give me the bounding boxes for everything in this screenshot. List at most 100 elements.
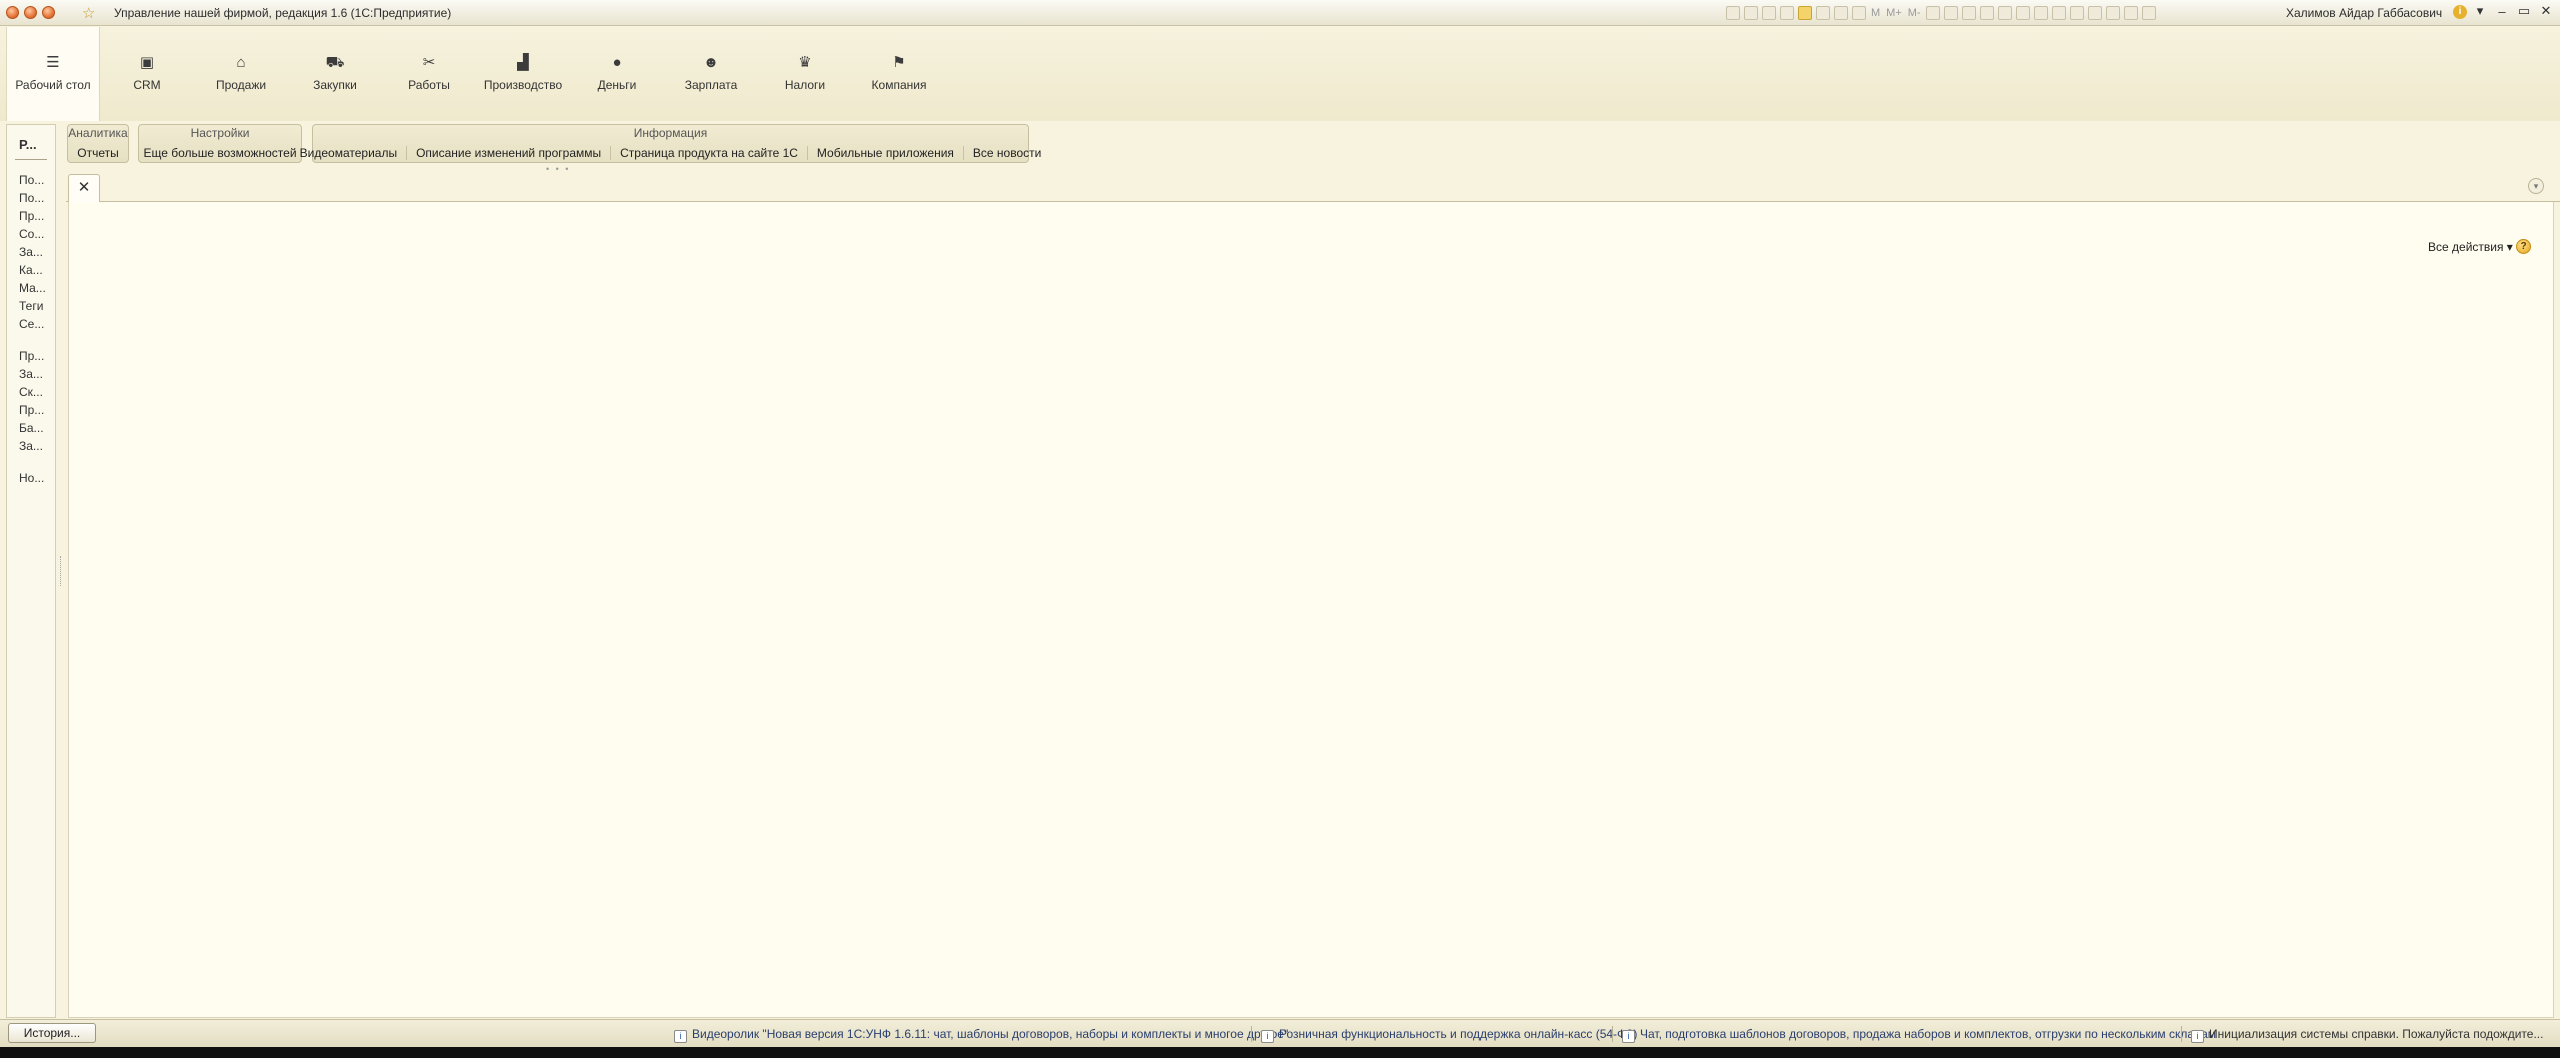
group-analytics: Аналитика Отчеты: [67, 124, 129, 163]
toolbar-back-icon[interactable]: [2015, 6, 2030, 20]
minimize-button[interactable]: –: [2495, 4, 2509, 19]
group-information: Информация Видеоматериалы Описание измен…: [300, 124, 1041, 163]
notification-video[interactable]: i Видеоролик "Новая версия 1С:УНФ 1.6.11:…: [674, 1027, 1288, 1043]
eagle-icon: ♛: [798, 54, 812, 71]
toolbar-settings-icon[interactable]: [2105, 6, 2120, 20]
nav-item[interactable]: За...: [19, 439, 43, 453]
flag-icon: ⚑: [892, 54, 906, 71]
navigation-divider: [15, 159, 47, 160]
nav-item[interactable]: По...: [19, 173, 44, 187]
toolbar-favorite-icon[interactable]: [1798, 6, 1812, 20]
section-sales[interactable]: ⌂ Продажи: [194, 27, 288, 121]
toolbar-calendar-icon[interactable]: [1834, 6, 1848, 20]
nav-item[interactable]: Ск...: [19, 385, 43, 399]
nav-item[interactable]: Теги: [19, 299, 43, 313]
maximize-button[interactable]: ▭: [2517, 3, 2531, 19]
history-button[interactable]: История...: [8, 1023, 96, 1043]
toolbar-preview-icon[interactable]: [1762, 6, 1776, 20]
toolbar-undo-icon[interactable]: [1979, 6, 1994, 20]
workspace-area: [68, 202, 2554, 1018]
section-desktop[interactable]: ☰ Рабочий стол: [6, 27, 100, 121]
link-reports[interactable]: Отчеты: [68, 146, 127, 160]
nav-item[interactable]: За...: [19, 245, 43, 259]
toolbar-cut-icon[interactable]: [1961, 6, 1976, 20]
current-user[interactable]: Халимов Айдар Габбасович: [2286, 6, 2442, 20]
favorites-star-icon[interactable]: ☆: [82, 4, 95, 22]
help-icon[interactable]: ?: [2516, 239, 2531, 254]
section-crm[interactable]: ▣ CRM: [100, 27, 194, 121]
section-label: Закупки: [313, 78, 357, 92]
section-salary[interactable]: ☻ Зарплата: [664, 27, 758, 121]
section-label: Зарплата: [684, 78, 738, 92]
nav-item[interactable]: Ба...: [19, 421, 44, 435]
nav-item[interactable]: Се...: [19, 317, 44, 331]
info-icon[interactable]: i: [2453, 5, 2467, 19]
link-mobile-apps[interactable]: Мобильные приложения: [806, 146, 963, 160]
info-icon: i: [1261, 1030, 1274, 1043]
section-money[interactable]: ● Деньги: [570, 27, 664, 121]
factory-icon: ▟: [517, 54, 529, 71]
section-works[interactable]: ✂ Работы: [382, 27, 476, 121]
notification-help-init[interactable]: i Инициализация системы справки. Пожалуйс…: [2191, 1027, 2543, 1043]
toolbar-zoom-icon[interactable]: [2123, 6, 2138, 20]
notification-separator: [1251, 1026, 1252, 1042]
nav-item[interactable]: Пр...: [19, 209, 44, 223]
nav-item[interactable]: По...: [19, 191, 44, 205]
toolbar-memory-minus-button[interactable]: M-: [1907, 7, 1922, 19]
section-label: CRM: [133, 78, 161, 92]
nav-item[interactable]: Ма...: [19, 281, 46, 295]
toolbar-pin-icon[interactable]: [2141, 6, 2156, 20]
section-company[interactable]: ⚑ Компания: [852, 27, 946, 121]
close-button[interactable]: ✕: [2539, 3, 2553, 19]
info-icon: i: [674, 1030, 687, 1043]
link-more-features[interactable]: Еще больше возможностей: [134, 146, 305, 160]
link-changelog[interactable]: Описание изменений программы: [406, 146, 610, 160]
section-label: Налоги: [784, 78, 826, 92]
nav-item[interactable]: Пр...: [19, 349, 44, 363]
link-product-page[interactable]: Страница продукта на сайте 1С: [610, 146, 807, 160]
section-label: Работы: [408, 78, 450, 92]
toolbar-refresh-icon[interactable]: [2051, 6, 2066, 20]
dropdown-chevron-icon[interactable]: ▾: [2473, 3, 2487, 19]
nav-item[interactable]: Но...: [19, 471, 44, 485]
toolbar-print-icon[interactable]: [1744, 6, 1758, 20]
nav-item[interactable]: Пр...: [19, 403, 44, 417]
navigation-header[interactable]: Р...: [19, 137, 37, 152]
toolbar-forward-icon[interactable]: [2033, 6, 2048, 20]
link-video[interactable]: Видеоматериалы: [291, 146, 406, 160]
toolbar-memory-plus-button[interactable]: M+: [1885, 7, 1903, 19]
nav-item[interactable]: Ка...: [19, 263, 43, 277]
link-all-news[interactable]: Все новости: [962, 146, 1050, 160]
panel-splitter[interactable]: [60, 556, 63, 586]
menu-window-icon[interactable]: [42, 6, 55, 19]
basket-icon: ⌂: [236, 54, 246, 71]
toolbar-calculator-icon[interactable]: [1852, 6, 1866, 20]
toolbar-window-icon[interactable]: [2087, 6, 2102, 20]
tab-close-home[interactable]: ✕: [68, 174, 100, 202]
status-bar: История... i Видеоролик "Новая версия 1С:…: [0, 1019, 2560, 1047]
coin-icon: ●: [612, 54, 622, 71]
notification-text: Розничная функциональность и поддержка о…: [1279, 1027, 1638, 1041]
notification-chat[interactable]: i Чат, подготовка шаблонов договоров, про…: [1622, 1027, 2216, 1043]
toolbar-doc-icon[interactable]: [1726, 6, 1740, 20]
toolbar-redo-icon[interactable]: [1997, 6, 2012, 20]
nav-item[interactable]: За...: [19, 367, 43, 381]
section-taxes[interactable]: ♛ Налоги: [758, 27, 852, 121]
expand-tabs-icon[interactable]: ▾: [2528, 178, 2544, 194]
section-label: Продажи: [215, 78, 267, 92]
nav-item[interactable]: Со...: [19, 227, 44, 241]
section-production[interactable]: ▟ Производство: [476, 27, 570, 121]
toolbar-copy-icon[interactable]: [1925, 6, 1940, 20]
toolbar-memory-button[interactable]: M: [1870, 7, 1881, 19]
window-title: Управление нашей фирмой, редакция 1.6 (1…: [114, 6, 452, 20]
toolbar-link-icon[interactable]: [2069, 6, 2084, 20]
minimize-window-icon[interactable]: [24, 6, 37, 19]
section-label: Деньги: [597, 78, 637, 92]
toolbar-paste-icon[interactable]: [1943, 6, 1958, 20]
section-purchases[interactable]: ⛟ Закупки: [288, 27, 382, 121]
all-actions-menu[interactable]: Все действия ▾: [2428, 240, 2513, 254]
toolbar-history-icon[interactable]: [1816, 6, 1830, 20]
toolbar-folder-icon[interactable]: [1780, 6, 1794, 20]
close-window-icon[interactable]: [6, 6, 19, 19]
notification-retail[interactable]: i Розничная функциональность и поддержка …: [1261, 1027, 1637, 1043]
